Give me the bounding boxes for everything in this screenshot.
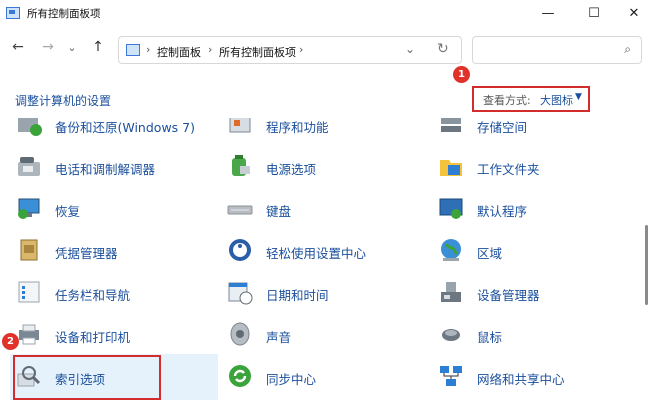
item-power-options[interactable]: 电源选项 — [226, 148, 426, 186]
recent-locations-button[interactable]: ⌄ — [62, 41, 82, 54]
item-label: 电源选项 — [266, 162, 317, 177]
item-keyboard[interactable]: 键盘 — [226, 190, 426, 228]
annotation-box-indexing — [13, 355, 161, 400]
work-folders-icon — [440, 160, 462, 176]
item-label: 备份和还原(Windows 7) — [55, 120, 195, 135]
item-network-sharing[interactable]: 网络和共享中心 — [437, 358, 637, 396]
item-label: 任务栏和导航 — [55, 288, 131, 303]
address-bar[interactable]: › 控制面板 › 所有控制面板项 › ⌄ ↻ — [118, 36, 462, 64]
control-panel-icon — [126, 44, 140, 56]
up-button[interactable]: ↑ — [88, 39, 108, 55]
item-default-programs[interactable]: 默认程序 — [437, 190, 637, 228]
power-options-icon — [232, 155, 250, 176]
breadcrumb-control-panel[interactable]: 控制面板 — [157, 44, 201, 60]
recovery-icon — [18, 198, 40, 219]
title-bar: 所有控制面板项 — ☐ ✕ — [0, 0, 655, 28]
date-time-icon — [228, 282, 253, 305]
item-sound[interactable]: 声音 — [226, 316, 426, 354]
view-by-label: 查看方式: — [483, 94, 531, 107]
refresh-icon[interactable]: ↻ — [437, 41, 449, 57]
minimize-button[interactable]: — — [528, 3, 568, 25]
item-label: 存储空间 — [477, 120, 528, 135]
item-label: 鼠标 — [477, 330, 503, 345]
item-devices-printers[interactable]: 设备和打印机 — [15, 316, 215, 354]
search-box[interactable]: ⌕ — [472, 36, 642, 64]
caret-down-icon[interactable]: ▼ — [575, 92, 582, 102]
vertical-scrollbar[interactable] — [645, 225, 648, 305]
control-panel-icon — [6, 7, 20, 19]
item-region[interactable]: 区域 — [437, 232, 637, 270]
item-label: 程序和功能 — [266, 120, 329, 135]
view-by-selector[interactable]: 查看方式: 大图标 ▼ — [472, 86, 590, 112]
item-storage-spaces[interactable]: 存储空间 — [437, 118, 637, 144]
item-work-folders[interactable]: 工作文件夹 — [437, 148, 637, 186]
item-recovery[interactable]: 恢复 — [15, 190, 215, 228]
item-taskbar-navigation[interactable]: 任务栏和导航 — [15, 274, 215, 312]
view-by-value[interactable]: 大图标 — [540, 92, 573, 108]
item-label: 声音 — [266, 330, 292, 345]
ease-of-access-icon — [229, 239, 251, 261]
close-button[interactable]: ✕ — [614, 3, 654, 25]
phone-modem-icon — [18, 157, 40, 176]
mouse-icon — [442, 329, 460, 341]
credential-manager-icon — [20, 239, 38, 261]
programs-features-icon — [229, 118, 251, 133]
item-label: 同步中心 — [266, 372, 317, 387]
item-label: 凭据管理器 — [55, 246, 118, 261]
taskbar-navigation-icon — [18, 281, 40, 303]
back-button[interactable]: ← — [8, 39, 28, 55]
network-sharing-icon — [440, 366, 462, 386]
breadcrumb-separator[interactable]: › — [299, 43, 303, 56]
page-title: 调整计算机的设置 — [15, 94, 112, 108]
annotation-badge-2: 2 — [2, 333, 19, 350]
devices-printers-icon — [19, 324, 39, 345]
item-credential-manager[interactable]: 凭据管理器 — [15, 232, 215, 270]
item-label: 网络和共享中心 — [477, 372, 565, 387]
search-icon: ⌕ — [624, 42, 631, 56]
item-label: 设备和打印机 — [55, 330, 131, 345]
item-label: 工作文件夹 — [477, 162, 540, 177]
item-label: 默认程序 — [477, 204, 528, 219]
item-label: 轻松使用设置中心 — [266, 246, 367, 261]
item-label: 键盘 — [266, 204, 292, 219]
item-programs-features[interactable]: 程序和功能 — [226, 118, 426, 144]
item-sync-center[interactable]: 同步中心 — [226, 358, 426, 396]
window-title: 所有控制面板项 — [27, 8, 101, 20]
breadcrumb-separator[interactable]: › — [146, 43, 150, 56]
backup-restore-icon — [18, 118, 42, 136]
item-device-manager[interactable]: 设备管理器 — [437, 274, 637, 312]
annotation-badge-1: 1 — [453, 66, 470, 83]
forward-button[interactable]: → — [38, 39, 58, 55]
item-label: 区域 — [477, 246, 503, 261]
breadcrumb-separator[interactable]: › — [208, 43, 212, 56]
keyboard-icon — [227, 205, 253, 215]
region-icon — [441, 239, 461, 261]
item-date-time[interactable]: 日期和时间 — [226, 274, 426, 312]
item-label: 恢复 — [55, 204, 81, 219]
item-phone-modem[interactable]: 电话和调制解调器 — [15, 148, 215, 186]
item-ease-of-access[interactable]: 轻松使用设置中心 — [226, 232, 426, 270]
item-backup-restore[interactable]: 备份和还原(Windows 7) — [15, 118, 215, 144]
storage-spaces-icon — [441, 118, 461, 132]
item-label: 电话和调制解调器 — [55, 162, 156, 177]
item-label: 日期和时间 — [266, 288, 329, 303]
item-label: 设备管理器 — [477, 288, 540, 303]
address-history-dropdown[interactable]: ⌄ — [405, 42, 415, 56]
default-programs-icon — [439, 198, 463, 219]
breadcrumb-all-items[interactable]: 所有控制面板项 — [219, 44, 296, 60]
item-mouse[interactable]: 鼠标 — [437, 316, 637, 354]
sound-icon — [230, 322, 250, 346]
device-manager-icon — [441, 282, 461, 302]
sync-center-icon — [229, 365, 251, 387]
maximize-button[interactable]: ☐ — [574, 3, 614, 25]
